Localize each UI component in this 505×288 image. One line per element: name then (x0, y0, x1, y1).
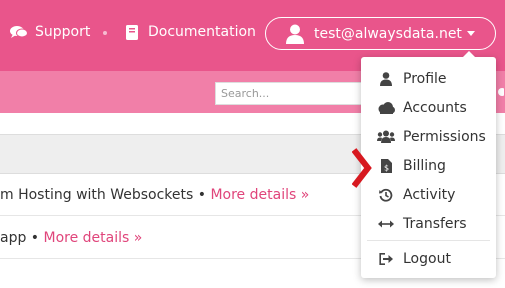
list-item: app • More details » (0, 230, 142, 246)
user-icon (377, 71, 395, 87)
menu-item-label: Logout (403, 250, 451, 267)
invoice-icon: $ (377, 158, 395, 174)
svg-text:$: $ (383, 163, 388, 172)
list-item: m Hosting with Websockets • More details… (0, 187, 309, 203)
history-icon (377, 187, 395, 203)
arrows-h-icon (377, 216, 395, 232)
menu-item-logout[interactable]: Logout (361, 244, 496, 273)
menu-item-activity[interactable]: Activity (361, 180, 496, 209)
book-icon (123, 23, 141, 41)
menu-item-billing[interactable]: $ Billing (361, 151, 496, 180)
menu-item-profile[interactable]: Profile (361, 64, 496, 93)
caret-down-icon (467, 31, 475, 36)
cloud-icon (377, 100, 395, 116)
user-icon (286, 24, 304, 44)
menu-item-label: Activity (403, 186, 456, 203)
menu-item-transfers[interactable]: Transfers (361, 209, 496, 238)
list-item-text: m Hosting with Websockets • (0, 187, 211, 203)
search-input[interactable] (215, 82, 365, 105)
separator-dot (103, 31, 107, 35)
menu-item-label: Profile (403, 70, 447, 87)
chat-bubbles-icon (10, 23, 28, 41)
menu-item-label: Transfers (403, 215, 467, 232)
more-details-link[interactable]: More details » (210, 187, 309, 203)
documentation-link[interactable]: Documentation (123, 23, 256, 41)
support-label: Support (35, 24, 91, 40)
menu-divider (367, 240, 490, 241)
menu-item-label: Permissions (403, 128, 486, 145)
support-link[interactable]: Support (10, 23, 90, 41)
menu-item-permissions[interactable]: Permissions (361, 122, 496, 151)
menu-item-label: Accounts (403, 99, 467, 116)
menu-item-label: Billing (403, 157, 446, 174)
account-dropdown-menu: Profile Accounts Permissions $ Billing A… (361, 51, 496, 278)
account-menu-button[interactable]: test@alwaysdata.net (265, 17, 496, 50)
users-icon (377, 129, 395, 145)
account-email: test@alwaysdata.net (314, 25, 462, 42)
sign-out-icon (377, 251, 395, 267)
list-item-text: app • (0, 230, 44, 246)
menu-item-accounts[interactable]: Accounts (361, 93, 496, 122)
highlight-arrow-icon (351, 148, 372, 188)
documentation-label: Documentation (148, 24, 256, 40)
more-details-link[interactable]: More details » (44, 230, 143, 246)
